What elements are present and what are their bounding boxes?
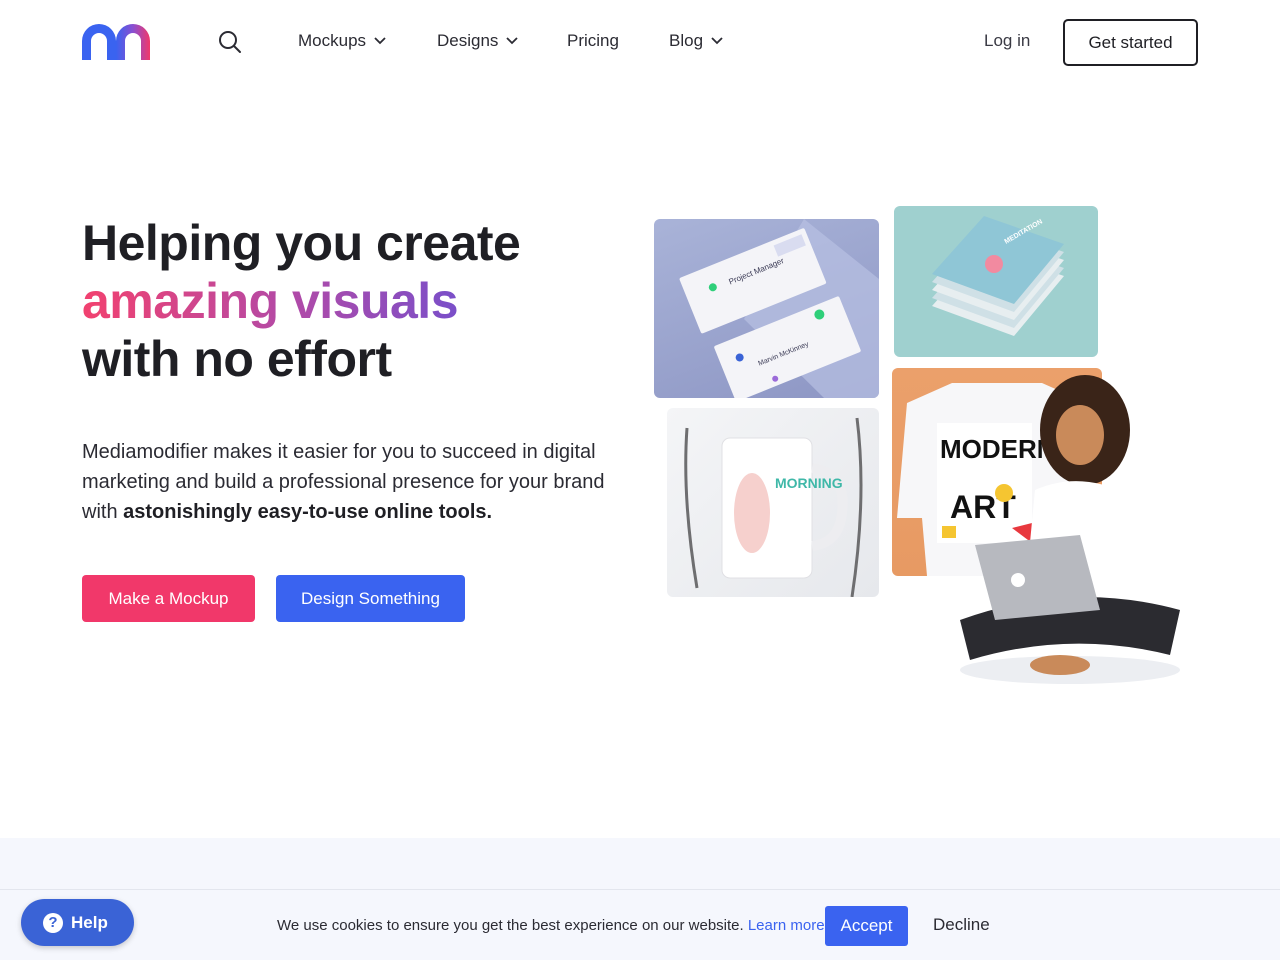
woman-with-laptop-image [960, 375, 1180, 684]
cookie-banner: We use cookies to ensure you get the bes… [0, 889, 1280, 960]
nav-designs[interactable]: Designs [437, 31, 519, 51]
make-mockup-button[interactable]: Make a Mockup [82, 575, 255, 622]
chevron-down-icon [374, 37, 386, 45]
next-section-background [0, 838, 1280, 890]
hero-heading-line1: Helping you create [82, 215, 521, 271]
business-cards-illustration: Project Manager Marvin McKinney [679, 219, 879, 398]
business-cards-mockup-image: Project Manager Marvin McKinney [654, 219, 879, 398]
login-link[interactable]: Log in [984, 31, 1030, 51]
cookie-message: We use cookies to ensure you get the bes… [277, 917, 825, 934]
search-icon[interactable] [218, 30, 242, 54]
hero-heading-highlight: amazing visuals [82, 273, 459, 329]
nav-mockups[interactable]: Mockups [298, 31, 386, 51]
nav-pricing-label: Pricing [567, 31, 619, 50]
books-illustration: MEDITATION [932, 216, 1064, 336]
books-mockup-image: MEDITATION [894, 206, 1098, 357]
nav-pricing[interactable]: Pricing [567, 31, 619, 51]
hero-description-bold: astonishingly easy-to-use online tools. [123, 501, 493, 523]
help-button[interactable]: ? Help [21, 899, 134, 946]
hero-heading-line3: with no effort [82, 331, 392, 387]
nav-designs-label: Designs [437, 31, 499, 50]
nav-blog-label: Blog [669, 31, 704, 50]
top-navigation: Mockups Designs Pricing Blog Log in Get … [0, 0, 1280, 84]
mug-text: MORNING [775, 475, 843, 491]
chevron-down-icon [506, 37, 519, 45]
mug-mockup-image: MORNING [667, 408, 879, 597]
decline-cookies-link[interactable]: Decline [933, 915, 990, 935]
accept-cookies-button[interactable]: Accept [825, 906, 908, 946]
cookie-message-text: We use cookies to ensure you get the bes… [277, 917, 744, 934]
hero-heading: Helping you create amazing visuals with … [82, 214, 642, 388]
learn-more-link[interactable]: Learn more [748, 917, 825, 934]
design-something-button[interactable]: Design Something [276, 575, 465, 622]
mediamodifier-logo[interactable] [82, 24, 150, 60]
get-started-button[interactable]: Get started [1063, 19, 1198, 66]
question-icon: ? [43, 912, 63, 933]
mug-illustration: MORNING [684, 417, 863, 597]
hero-description: Mediamodifier makes it easier for you to… [82, 437, 627, 527]
chevron-down-icon [711, 37, 723, 45]
nav-blog[interactable]: Blog [669, 31, 723, 51]
nav-mockups-label: Mockups [298, 31, 367, 50]
help-label: Help [71, 912, 108, 932]
